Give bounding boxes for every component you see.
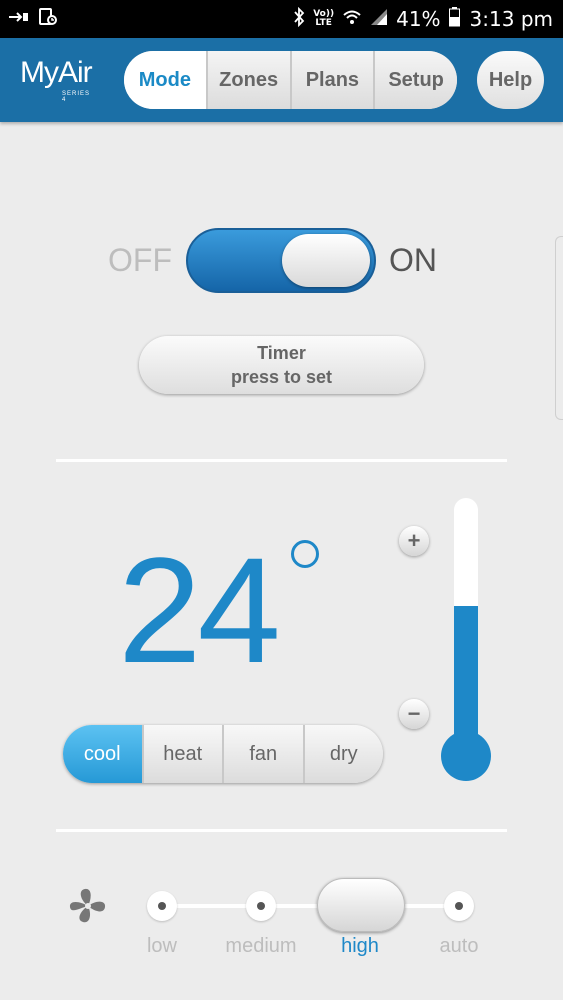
wifi-icon	[342, 8, 362, 30]
mode-heat-button[interactable]: heat	[141, 725, 223, 783]
status-bar-left	[8, 7, 58, 31]
timer-subtitle: press to set	[230, 367, 333, 387]
fan-speed-auto-stop[interactable]	[444, 891, 474, 921]
thermometer-tube[interactable]	[454, 498, 478, 768]
mode-selector: cool heat fan dry	[63, 725, 383, 783]
degree-symbol	[291, 540, 319, 568]
timer-button[interactable]: Timer press to set	[139, 336, 424, 394]
temperature-value: 24	[118, 526, 281, 694]
fan-speed-medium-stop[interactable]	[246, 891, 276, 921]
fan-speed-low-label[interactable]: low	[147, 935, 177, 958]
power-toggle[interactable]	[186, 228, 376, 293]
divider-top	[56, 459, 507, 462]
myair-logo: MyAir SERIES 4	[20, 56, 93, 104]
fan-speed-low-stop[interactable]	[147, 891, 177, 921]
volte-icon: Vo)) LTE	[313, 10, 334, 28]
temp-decrease-button[interactable]: −	[399, 699, 429, 729]
fan-speed-track[interactable]	[162, 904, 460, 908]
fan-speed-slider-thumb[interactable]	[317, 878, 405, 932]
logo-series: SERIES 4	[62, 91, 91, 103]
fan-speed-high-label[interactable]: high	[341, 935, 379, 958]
battery-icon	[448, 7, 460, 31]
bluetooth-icon	[293, 6, 305, 31]
power-toggle-knob[interactable]	[282, 234, 370, 287]
tab-plans[interactable]: Plans	[289, 51, 374, 109]
tab-setup[interactable]: Setup	[373, 51, 457, 109]
temp-increase-button[interactable]: +	[399, 526, 429, 556]
main-nav-tabs: Mode Zones Plans Setup	[124, 51, 457, 109]
battery-percent: 41%	[396, 7, 441, 31]
usb-debug-icon	[8, 9, 30, 29]
status-bar-right: Vo)) LTE 41% 3:13 pm	[293, 6, 553, 31]
power-on-label[interactable]: ON	[389, 242, 437, 279]
thermometer-bulb	[441, 731, 491, 781]
app-header: MyAir SERIES 4 Mode Zones Plans Setup He…	[0, 38, 563, 122]
mode-fan-button[interactable]: fan	[222, 725, 303, 783]
divider-bottom	[56, 829, 507, 832]
mode-cool-button[interactable]: cool	[63, 725, 142, 783]
tab-zones[interactable]: Zones	[205, 51, 290, 109]
help-button[interactable]: Help	[477, 51, 544, 109]
timer-title: Timer	[257, 343, 306, 363]
fan-speed-medium-label[interactable]: medium	[225, 935, 296, 958]
screenshot-icon	[38, 7, 58, 31]
clock: 3:13 pm	[469, 7, 553, 31]
mode-dry-button[interactable]: dry	[302, 725, 384, 783]
tab-mode[interactable]: Mode	[124, 51, 206, 109]
fan-icon	[68, 886, 108, 926]
logo-text: MyAir	[20, 56, 93, 89]
fan-speed-auto-label[interactable]: auto	[440, 935, 479, 958]
power-off-label[interactable]: OFF	[108, 242, 172, 279]
side-drawer-handle[interactable]	[555, 236, 563, 420]
network-type: LTE	[315, 18, 332, 28]
status-bar: Vo)) LTE 41% 3:13 pm	[0, 0, 563, 38]
signal-icon	[370, 8, 388, 30]
